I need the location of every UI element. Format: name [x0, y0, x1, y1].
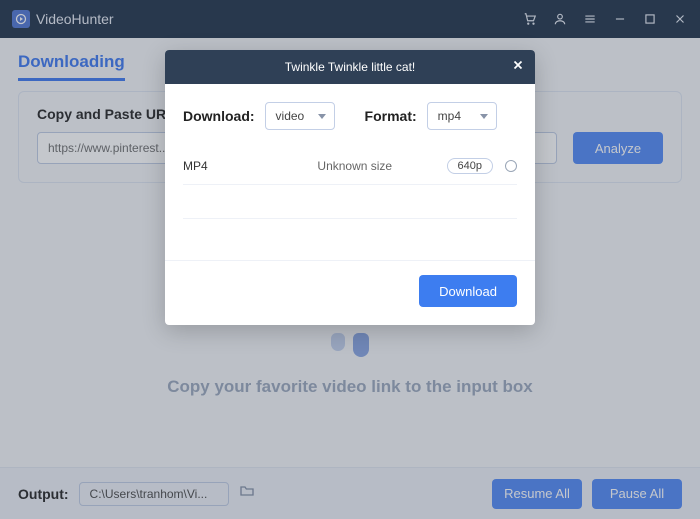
- quality-row[interactable]: MP4 Unknown size 640p: [183, 148, 517, 184]
- row-size: Unknown size: [263, 159, 447, 173]
- download-type-label: Download:: [183, 108, 255, 124]
- empty-row: [183, 184, 517, 218]
- empty-row: [183, 218, 517, 252]
- format-label: Format:: [365, 108, 417, 124]
- row-radio[interactable]: [505, 160, 517, 172]
- modal-title: Twinkle Twinkle little cat!: [285, 60, 416, 74]
- download-button[interactable]: Download: [419, 275, 517, 307]
- download-modal: Twinkle Twinkle little cat! Download: vi…: [165, 50, 535, 325]
- row-resolution: 640p: [447, 158, 493, 174]
- format-select[interactable]: mp4: [427, 102, 497, 130]
- modal-header: Twinkle Twinkle little cat!: [165, 50, 535, 84]
- modal-overlay: Twinkle Twinkle little cat! Download: vi…: [0, 0, 700, 519]
- row-format: MP4: [183, 159, 263, 173]
- download-type-select[interactable]: video: [265, 102, 335, 130]
- close-icon[interactable]: [511, 58, 525, 75]
